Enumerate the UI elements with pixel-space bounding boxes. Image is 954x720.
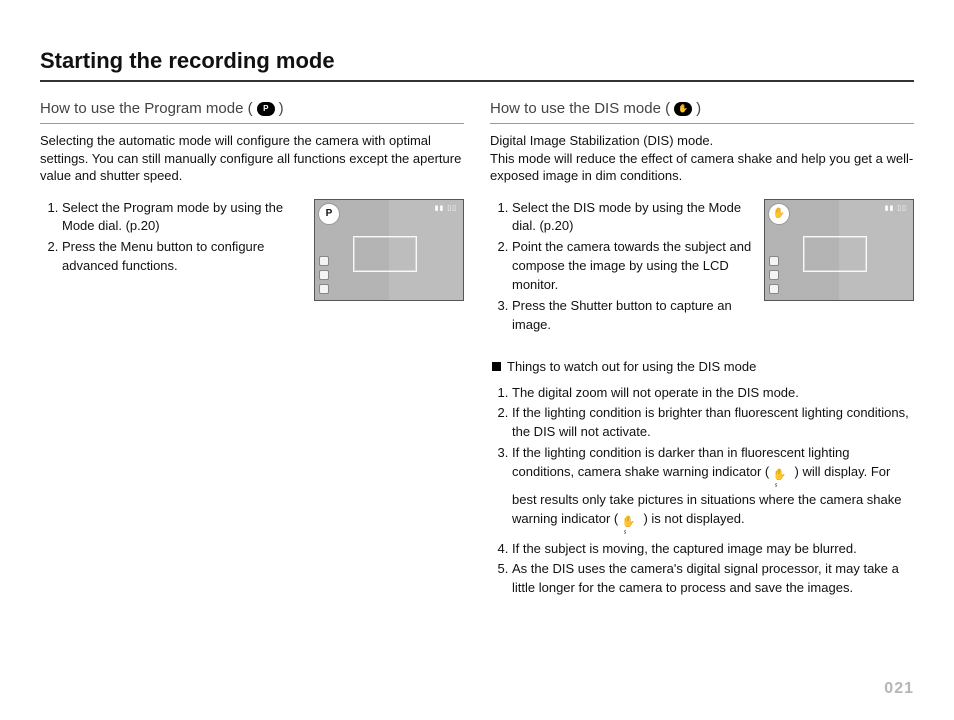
list-item: Press the Menu button to configure advan… [62,238,304,276]
dis-notes-heading: Things to watch out for using the DIS mo… [492,359,914,374]
dis-notes-heading-text: Things to watch out for using the DIS mo… [507,359,756,374]
manual-page: Starting the recording mode How to use t… [0,0,954,720]
list-item: Select the DIS mode by using the Mode di… [512,199,754,237]
lcd-mode-badge: P [318,203,340,225]
program-heading-post: ) [279,100,284,117]
program-heading-pre: How to use the Program mode ( [40,100,253,117]
list-item: If the lighting condition is brighter th… [512,404,914,442]
lcd-side-icons [769,256,779,294]
right-column: How to use the DIS mode ( ✋ ) Digital Im… [490,100,914,600]
list-item: If the subject is moving, the captured i… [512,540,914,559]
dis-mode-icon: ✋ [674,102,692,116]
dis-steps-list: Select the DIS mode by using the Mode di… [490,199,754,337]
program-steps-block: Select the Program mode by using the Mod… [40,199,464,301]
program-intro-text: Selecting the automatic mode will config… [40,132,464,185]
lcd-mode-badge: ✋ [768,203,790,225]
lcd-side-icons [319,256,329,294]
program-lcd-preview: P ▮▮ ▯▯ [314,199,464,301]
list-item: Point the camera towards the subject and… [512,238,754,295]
left-column: How to use the Program mode ( P ) Select… [40,100,464,600]
page-title: Starting the recording mode [40,48,914,82]
dis-mode-heading: How to use the DIS mode ( ✋ ) [490,100,914,124]
list-item: Press the Shutter button to capture an i… [512,297,754,335]
list-item: As the DIS uses the camera's digital sig… [512,560,914,598]
dis-intro-text: Digital Image Stabilization (DIS) mode. … [490,132,914,185]
note3-part-c: ) is not displayed. [643,511,744,526]
list-item: If the lighting condition is darker than… [512,444,914,538]
dis-notes-list: The digital zoom will not operate in the… [490,384,914,599]
dis-heading-pre: How to use the DIS mode ( [490,100,670,117]
dis-lcd-preview: ✋ ▮▮ ▯▯ [764,199,914,301]
camera-shake-icon: ✋ⸯ [622,524,640,538]
program-mode-icon: P [257,102,275,116]
lcd-status-icons: ▮▮ ▯▯ [435,204,457,212]
page-number: 021 [884,680,914,698]
list-item: The digital zoom will not operate in the… [512,384,914,403]
program-mode-heading: How to use the Program mode ( P ) [40,100,464,124]
square-bullet-icon [492,362,501,371]
lcd-status-icons: ▮▮ ▯▯ [885,204,907,212]
program-steps-list: Select the Program mode by using the Mod… [40,199,304,278]
content-columns: How to use the Program mode ( P ) Select… [40,100,914,600]
list-item: Select the Program mode by using the Mod… [62,199,304,237]
dis-steps-block: Select the DIS mode by using the Mode di… [490,199,914,337]
dis-heading-post: ) [696,100,701,117]
camera-shake-icon: ✋ⸯ [773,477,791,491]
